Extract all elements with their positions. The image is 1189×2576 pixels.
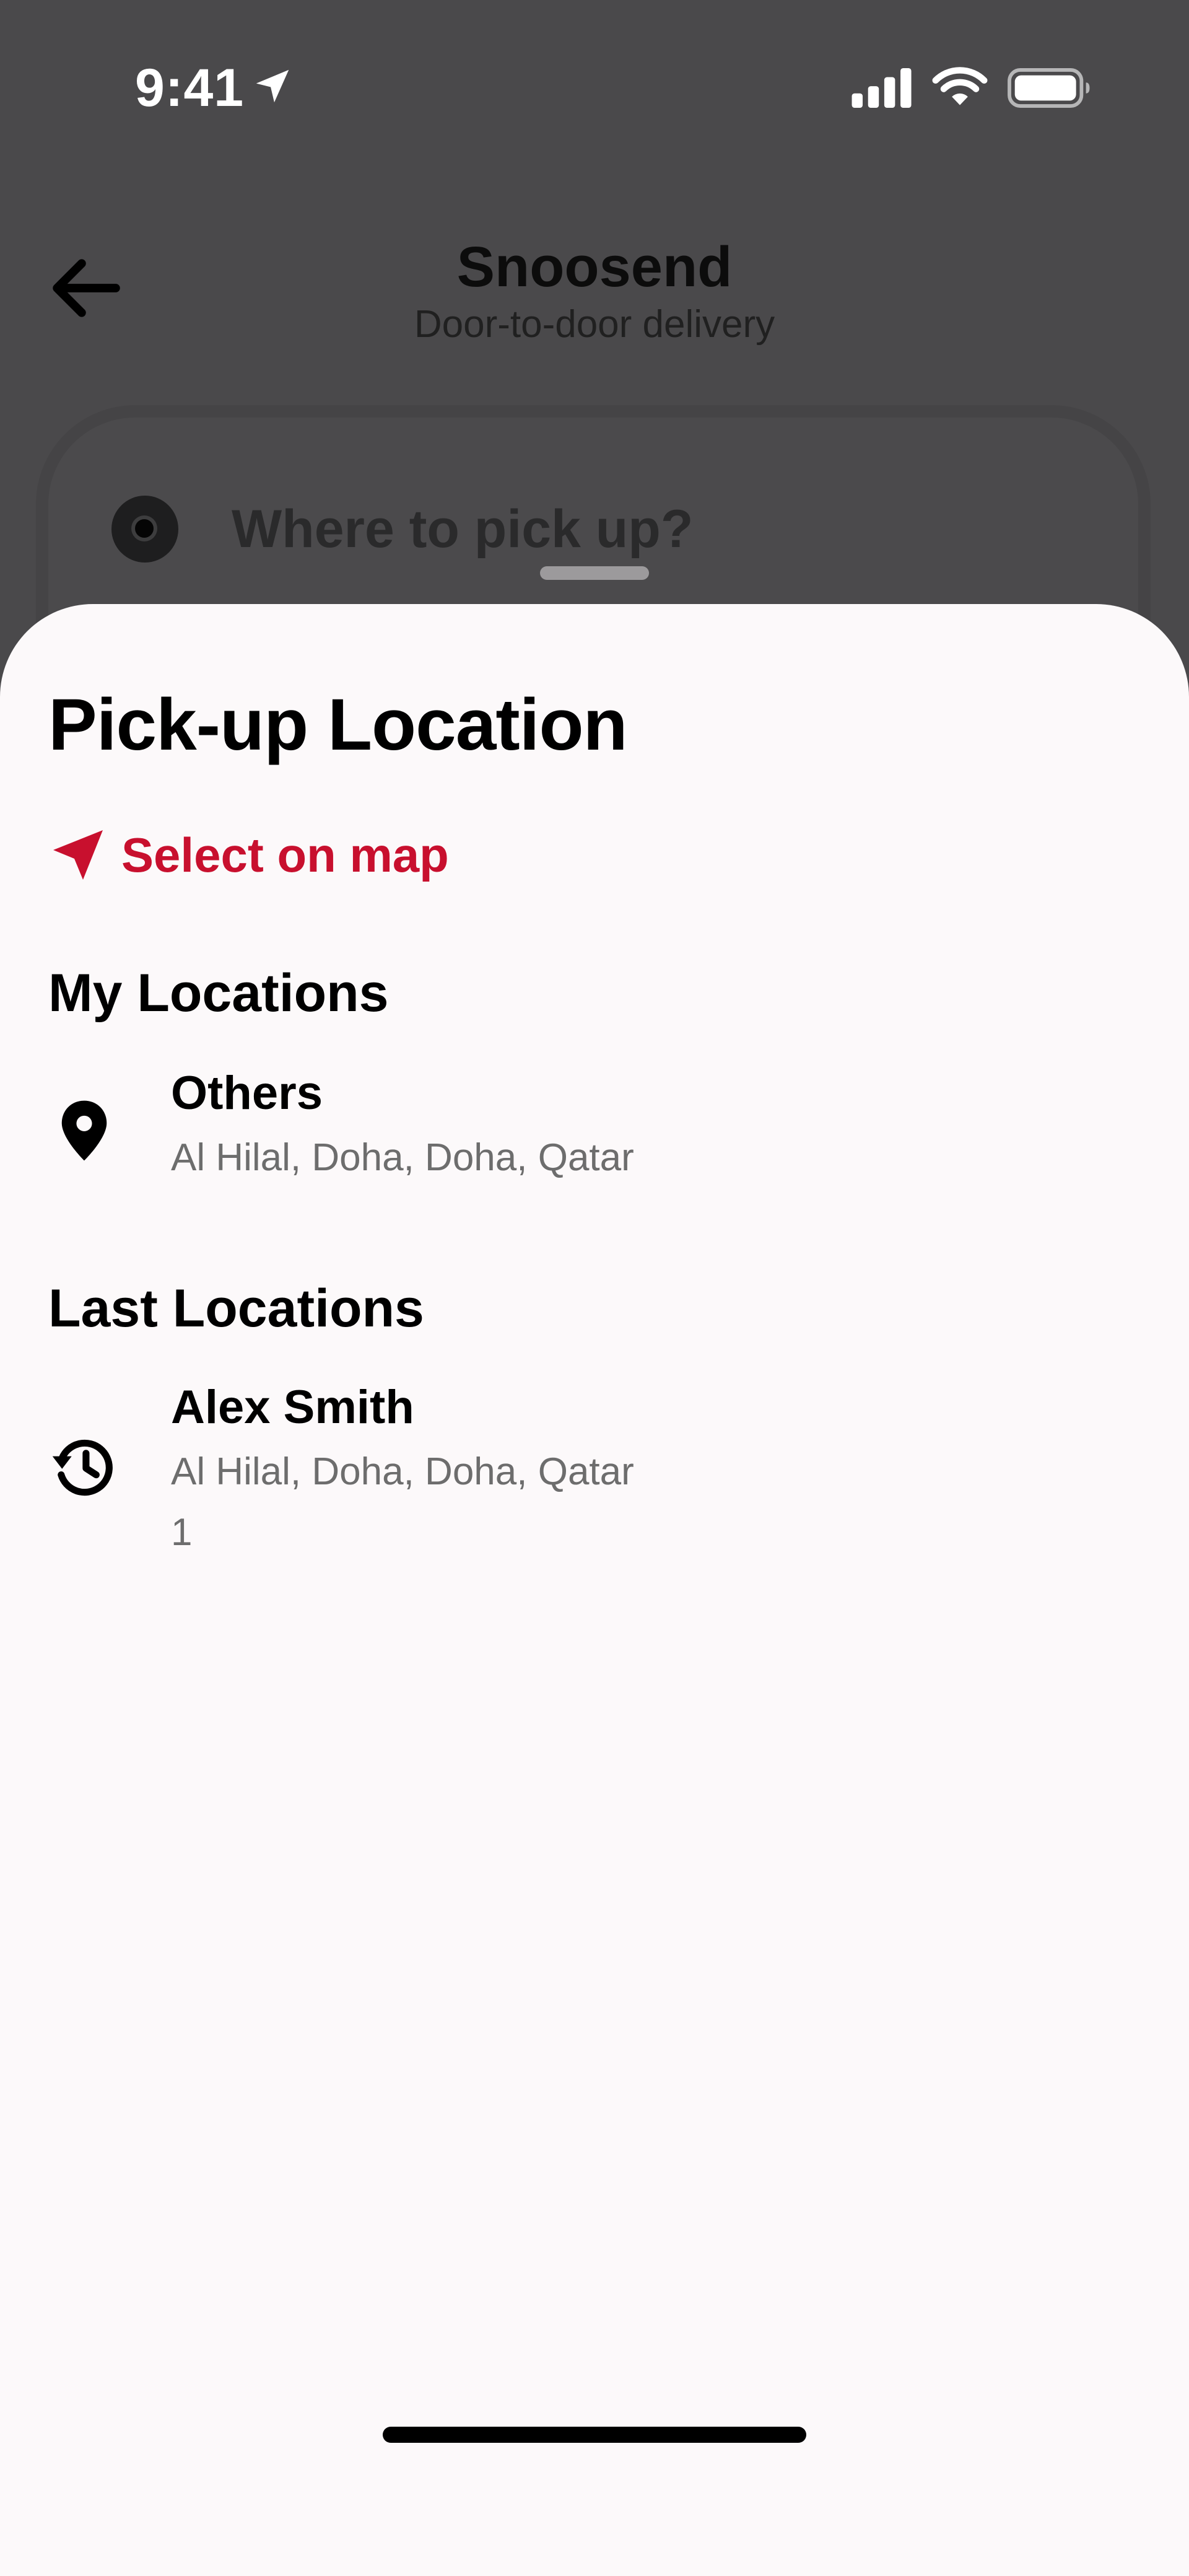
battery-icon bbox=[1008, 68, 1090, 108]
pickup-field-placeholder: Where to pick up? bbox=[232, 499, 694, 559]
cellular-signal-icon bbox=[851, 68, 912, 108]
wifi-icon bbox=[932, 67, 988, 105]
map-pin-icon bbox=[61, 1100, 107, 1161]
my-locations-heading: My Locations bbox=[48, 963, 389, 1023]
location-name: Alex Smith bbox=[171, 1381, 414, 1434]
sheet-title: Pick-up Location bbox=[48, 684, 628, 766]
status-time: 9:41 bbox=[135, 58, 245, 118]
navigation-arrow-icon bbox=[53, 830, 103, 880]
sheet-grabber[interactable] bbox=[540, 566, 649, 580]
select-on-map-label: Select on map bbox=[121, 828, 449, 882]
recent-location-item[interactable]: Alex Smith Al Hilal, Doha, Doha, Qatar 1 bbox=[0, 1377, 1189, 1569]
location-arrow-icon bbox=[256, 69, 289, 103]
pickup-location-sheet bbox=[0, 604, 1189, 2576]
select-on-map-button[interactable]: Select on map bbox=[48, 821, 449, 889]
saved-location-item[interactable]: Others Al Hilal, Doha, Doha, Qatar bbox=[0, 1062, 1189, 1199]
location-address: Al Hilal, Doha, Doha, Qatar bbox=[171, 1450, 634, 1493]
location-extra-line: 1 bbox=[171, 1511, 193, 1554]
home-indicator[interactable] bbox=[383, 2427, 806, 2443]
app-subtitle: Door-to-door delivery bbox=[414, 303, 775, 346]
pickup-origin-dot-icon bbox=[111, 496, 178, 563]
location-address: Al Hilal, Doha, Doha, Qatar bbox=[171, 1136, 634, 1179]
last-locations-heading: Last Locations bbox=[48, 1279, 424, 1338]
history-icon bbox=[52, 1439, 113, 1496]
location-name: Others bbox=[171, 1067, 323, 1119]
app-title: Snoosend bbox=[456, 235, 733, 299]
